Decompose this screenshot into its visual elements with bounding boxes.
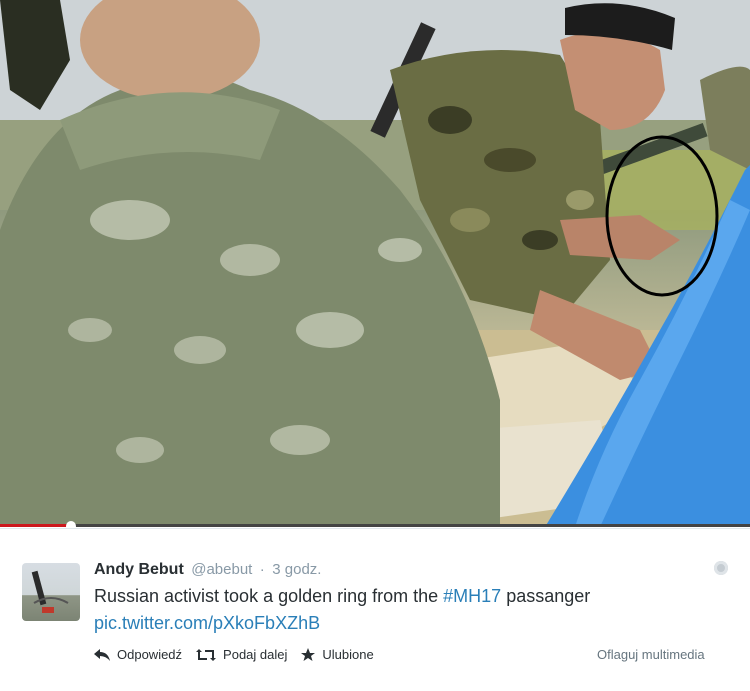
tweet-header: Andy Bebut @abebut · 3 godz.: [94, 561, 321, 579]
retweet-label: Podaj dalej: [223, 647, 288, 662]
flag-media-link[interactable]: Oflaguj multimedia: [597, 647, 705, 662]
reply-label: Odpowiedź: [117, 647, 183, 662]
video-progress-knob[interactable]: [66, 521, 77, 527]
favorite-label: Ulubione: [322, 647, 374, 662]
retweet-icon: [196, 648, 217, 661]
gear-icon[interactable]: [714, 561, 728, 575]
video-frame[interactable]: [0, 0, 750, 527]
tweet-text-before: Russian activist took a golden ring from…: [94, 586, 444, 606]
star-icon: [301, 647, 316, 662]
favorite-button[interactable]: Ulubione: [301, 647, 374, 662]
video-scene: [0, 0, 750, 527]
tweet-card: Andy Bebut @abebut · 3 godz. Russian act…: [0, 528, 750, 691]
video-progress-fill: [0, 524, 72, 527]
tweet-text-after: passanger: [501, 586, 591, 606]
avatar[interactable]: [22, 563, 80, 621]
tweet-text: Russian activist took a golden ring from…: [94, 586, 590, 607]
user-handle[interactable]: @abebut: [191, 561, 252, 578]
hashtag-link[interactable]: #MH17: [443, 586, 501, 606]
tweet-timestamp[interactable]: 3 godz.: [272, 561, 321, 578]
separator: ·: [259, 561, 265, 578]
video-progress-bar[interactable]: [0, 521, 750, 527]
reply-button[interactable]: Odpowiedź: [94, 647, 182, 662]
media-link[interactable]: pic.twitter.com/pXkoFbXZhB: [94, 613, 320, 634]
retweet-button[interactable]: Podaj dalej: [196, 647, 287, 662]
reply-icon: [94, 648, 110, 661]
tweet-actions: Odpowiedź Podaj dalej Ulubione: [94, 647, 388, 662]
display-name[interactable]: Andy Bebut: [94, 561, 184, 578]
